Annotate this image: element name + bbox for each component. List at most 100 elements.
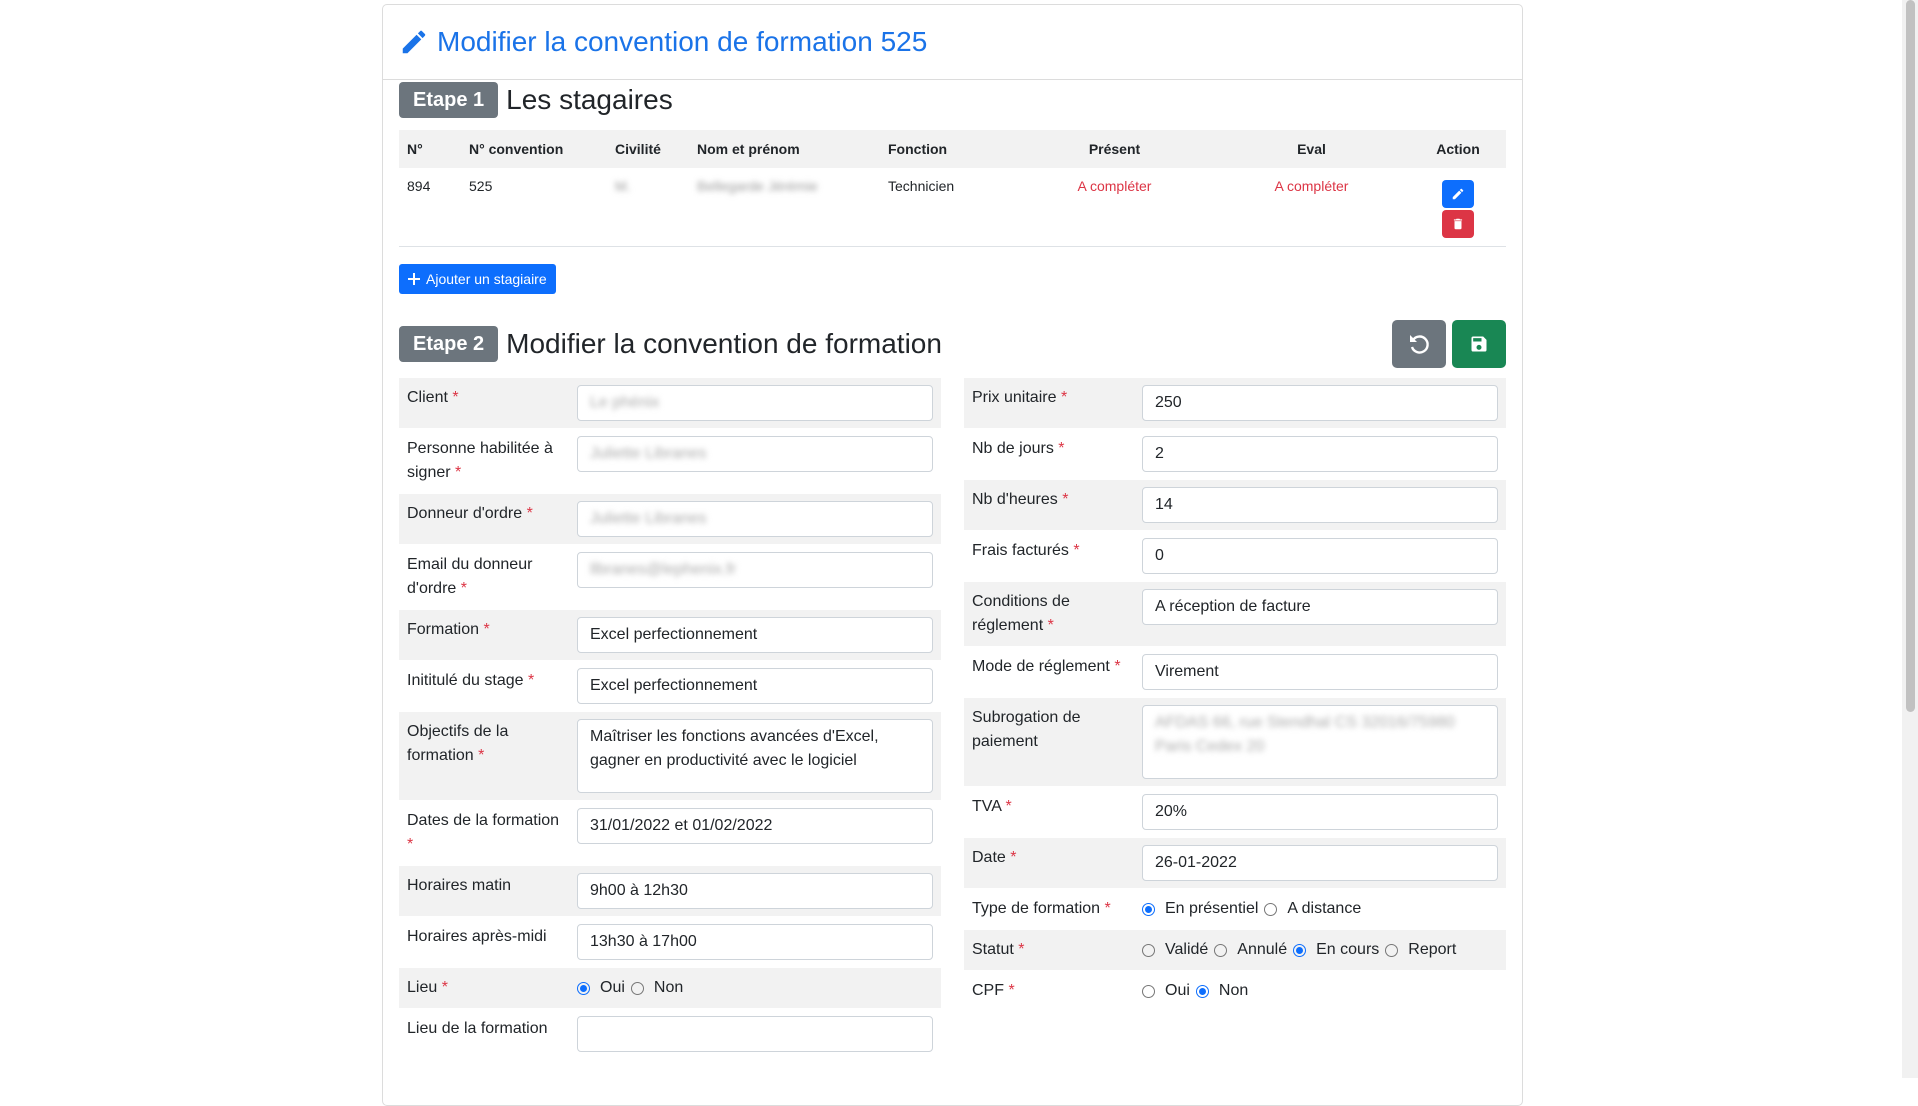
lieu-formation-label: Lieu de la formation: [407, 1020, 548, 1037]
col-civilite: Civilité: [607, 130, 689, 168]
form-row-donneur: Donneur d'ordre * Juliette Libranes: [399, 494, 941, 545]
subrogation-textarea[interactable]: AFDAS 66, rue Stendhal CS 32016/75980 Pa…: [1142, 705, 1498, 779]
form-row-jours: Nb de jours * 2: [964, 429, 1506, 480]
cpf-non-radio[interactable]: [1195, 984, 1209, 998]
tva-select[interactable]: 20%: [1142, 794, 1498, 830]
date-label: Date *: [972, 849, 1017, 866]
form-row-tva: TVA * 20%: [964, 787, 1506, 838]
prix-input[interactable]: 250: [1142, 385, 1498, 421]
form-row-matin: Horaires matin 9h00 à 12h30: [399, 866, 941, 917]
email-label: Email du donneur d'ordre *: [407, 556, 533, 597]
statut-valide-radio[interactable]: [1142, 943, 1155, 957]
client-input[interactable]: Le phénix: [577, 385, 933, 421]
statut-annule-radio[interactable]: [1214, 943, 1228, 957]
email-input[interactable]: llbranes@lephenix.fr: [577, 552, 933, 588]
personne-input[interactable]: Juliette Libranes: [577, 436, 933, 472]
cpf-oui-radio[interactable]: [1142, 984, 1155, 998]
add-trainee-label: Ajouter un stagiaire: [426, 271, 547, 287]
statut-report-radio[interactable]: [1385, 943, 1399, 957]
scrollbar-thumb[interactable]: [1906, 0, 1915, 712]
step2-heading: Etape 2 Modifier la convention de format…: [399, 324, 942, 364]
heures-label: Nb d'heures *: [972, 491, 1069, 508]
form-row-apresmidi: Horaires après-midi 13h30 à 17h00: [399, 917, 941, 968]
lieu-oui-radio[interactable]: [577, 981, 590, 995]
col-fonction: Fonction: [880, 130, 1016, 168]
step2-title: Modifier la convention de formation: [506, 328, 942, 359]
frais-input[interactable]: 0: [1142, 538, 1498, 574]
client-label: Client *: [407, 389, 459, 406]
lieu-oui-label: Oui: [600, 979, 625, 996]
col-nom: Nom et prénom: [689, 130, 880, 168]
form-row-cpf: CPF * Oui Non: [964, 971, 1506, 1012]
cell-eval[interactable]: A compléter: [1213, 168, 1410, 247]
cell-civilite: M.: [607, 168, 689, 247]
matin-input[interactable]: 9h00 à 12h30: [577, 873, 933, 909]
prix-label: Prix unitaire *: [972, 389, 1068, 406]
tva-label: TVA *: [972, 798, 1012, 815]
personne-label: Personne habilitée à signer *: [407, 440, 553, 481]
form-row-type: Type de formation * En présentiel A dist…: [964, 889, 1506, 930]
cpf-label: CPF *: [972, 982, 1015, 999]
col-num: N°: [399, 130, 461, 168]
dates-input[interactable]: 31/01/2022 et 01/02/2022: [577, 808, 933, 844]
cell-present[interactable]: A compléter: [1016, 168, 1213, 247]
form-row-client: Client * Le phénix: [399, 378, 941, 429]
step1-heading: Etape 1 Les stagaires: [399, 80, 1506, 120]
type-label: Type de formation *: [972, 900, 1111, 917]
intitule-input[interactable]: Excel perfectionnement: [577, 668, 933, 704]
lieu-label: Lieu *: [407, 979, 448, 996]
frais-label: Frais facturés *: [972, 542, 1080, 559]
date-input[interactable]: 26-01-2022: [1142, 845, 1498, 881]
form-row-subrogation: Subrogation de paiement AFDAS 66, rue St…: [964, 698, 1506, 787]
table-header-row: N° N° convention Civilité Nom et prénom …: [399, 130, 1506, 168]
add-trainee-button[interactable]: Ajouter un stagiaire: [399, 264, 556, 294]
pencil-icon: [399, 27, 429, 57]
step2-badge: Etape 2: [399, 326, 499, 362]
reset-button[interactable]: [1392, 320, 1446, 368]
conditions-input[interactable]: A réception de facture: [1142, 589, 1498, 625]
conditions-label: Conditions de réglement *: [972, 593, 1070, 634]
donneur-label: Donneur d'ordre *: [407, 505, 533, 522]
cell-num: 894: [399, 168, 461, 247]
form-row-dates: Dates de la formation * 31/01/2022 et 01…: [399, 801, 941, 866]
type-distance-radio[interactable]: [1264, 902, 1278, 916]
intitule-label: Inititulé du stage *: [407, 672, 535, 689]
page-scrollbar[interactable]: [1902, 0, 1918, 1078]
form-left-column: Client * Le phénix Personne habilitée à …: [399, 378, 941, 1060]
col-convention: N° convention: [461, 130, 607, 168]
lieu-non-radio[interactable]: [630, 981, 644, 995]
formation-label: Formation *: [407, 621, 490, 638]
form-row-statut: Statut * Validé Annulé En cours Report: [964, 930, 1506, 971]
cpf-oui-label: Oui: [1165, 982, 1190, 999]
jours-input[interactable]: 2: [1142, 436, 1498, 472]
statut-annule-label: Annulé: [1237, 941, 1288, 958]
trash-icon: [1453, 218, 1463, 230]
statut-encours-label: En cours: [1316, 941, 1380, 958]
lieu-formation-input[interactable]: [577, 1016, 933, 1052]
table-row: 894 525 M. Bellegarde Jérémie Technicien…: [399, 168, 1506, 247]
type-presentiel-radio[interactable]: [1142, 902, 1155, 916]
type-presentiel-label: En présentiel: [1165, 900, 1259, 917]
formation-select[interactable]: Excel perfectionnement: [577, 617, 933, 653]
statut-valide-label: Validé: [1165, 941, 1209, 958]
heures-input[interactable]: 14: [1142, 487, 1498, 523]
form-row-frais: Frais facturés * 0: [964, 531, 1506, 582]
statut-encours-radio[interactable]: [1293, 943, 1307, 957]
apresmidi-input[interactable]: 13h30 à 17h00: [577, 924, 933, 960]
objectifs-textarea[interactable]: Maîtriser les fonctions avancées d'Excel…: [577, 719, 933, 793]
mode-label: Mode de réglement *: [972, 658, 1121, 675]
cell-action: [1410, 168, 1506, 247]
save-button[interactable]: [1452, 320, 1506, 368]
form-row-date: Date * 26-01-2022: [964, 838, 1506, 889]
edit-trainee-button[interactable]: [1442, 180, 1474, 208]
step1-title: Les stagaires: [506, 84, 673, 115]
donneur-input[interactable]: Juliette Libranes: [577, 501, 933, 537]
mode-select[interactable]: Virement: [1142, 654, 1498, 690]
col-present: Présent: [1016, 130, 1213, 168]
undo-icon: [1410, 335, 1429, 354]
lieu-non-label: Non: [653, 979, 684, 996]
objectifs-label: Objectifs de la formation *: [407, 723, 509, 764]
form-row-mode: Mode de réglement * Virement: [964, 647, 1506, 698]
cell-convention: 525: [461, 168, 607, 247]
delete-trainee-button[interactable]: [1442, 210, 1474, 238]
